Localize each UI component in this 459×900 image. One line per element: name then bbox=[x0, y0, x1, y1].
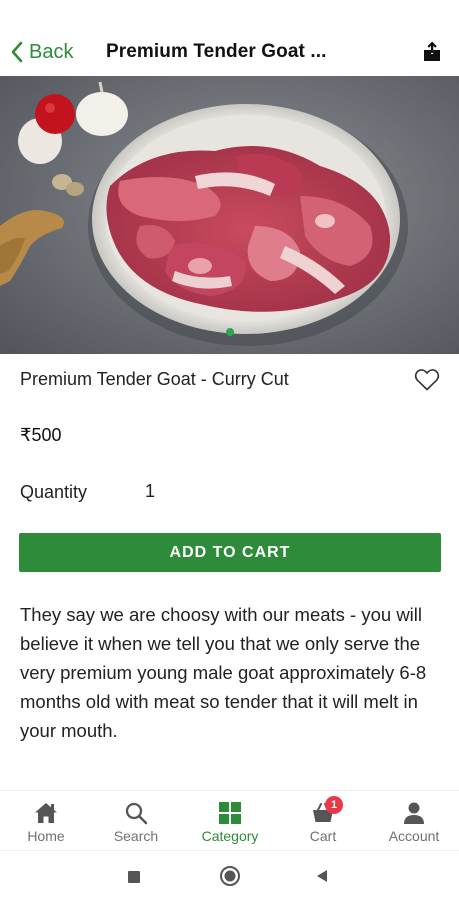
nav-account[interactable]: Account bbox=[380, 791, 448, 849]
back-button[interactable]: Back bbox=[10, 38, 73, 66]
cart-badge: 1 bbox=[325, 796, 343, 814]
product-image bbox=[0, 76, 459, 354]
nav-category[interactable]: Category bbox=[192, 791, 268, 849]
add-to-cart-button[interactable]: ADD TO CART bbox=[19, 533, 441, 572]
nav-account-label: Account bbox=[388, 828, 440, 844]
back-label: Back bbox=[29, 40, 74, 63]
nav-category-label: Category bbox=[201, 828, 259, 844]
product-image-carousel[interactable] bbox=[0, 76, 459, 354]
carousel-indicator-dot[interactable] bbox=[226, 328, 234, 336]
quantity-label: Quantity bbox=[20, 482, 88, 502]
search-icon bbox=[125, 802, 148, 825]
heart-icon[interactable] bbox=[414, 368, 440, 392]
home-icon bbox=[35, 803, 57, 823]
product-name: Premium Tender Goat - Curry Cut bbox=[20, 369, 289, 389]
back-triangle-icon[interactable] bbox=[314, 868, 330, 884]
home-circle-icon[interactable] bbox=[219, 865, 241, 887]
nav-home[interactable]: Home bbox=[16, 791, 76, 849]
product-description: They say we are choosy with our meats - … bbox=[20, 604, 427, 741]
quantity-value[interactable]: 1 bbox=[145, 481, 155, 502]
status-bar bbox=[0, 0, 459, 28]
recents-icon[interactable] bbox=[126, 869, 142, 885]
share-icon[interactable] bbox=[420, 40, 444, 64]
app-header: Back Premium Tender Goat ... bbox=[0, 28, 459, 76]
system-navigation-bar bbox=[0, 850, 459, 900]
page-title: Premium Tender Goat ... bbox=[106, 41, 327, 62]
bottom-navigation: Home Search Category 1 Cart Account bbox=[0, 790, 459, 850]
chevron-left-icon bbox=[11, 41, 23, 63]
person-icon bbox=[404, 802, 424, 824]
nav-cart[interactable]: 1 Cart bbox=[298, 791, 348, 849]
nav-cart-label: Cart bbox=[309, 828, 337, 844]
product-price: ₹500 bbox=[20, 425, 62, 445]
nav-search[interactable]: Search bbox=[106, 791, 166, 849]
nav-search-label: Search bbox=[113, 828, 159, 844]
cart-icon-wrapper: 1 bbox=[310, 796, 343, 826]
nav-home-label: Home bbox=[27, 828, 65, 844]
grid-icon bbox=[219, 802, 241, 824]
